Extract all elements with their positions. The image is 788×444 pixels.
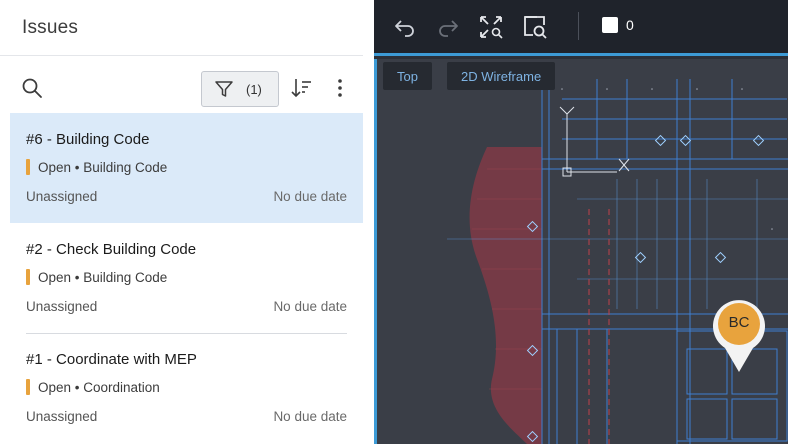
layer-swatch[interactable] <box>602 17 618 33</box>
issue-status: Open • Coordination <box>26 379 160 395</box>
issue-status-text: Open • Building Code <box>38 159 168 175</box>
issue-status-text: Open • Coordination <box>38 379 160 395</box>
drawing-canvas[interactable]: Top 2D Wireframe BC <box>374 59 788 444</box>
redo-icon[interactable] <box>435 14 461 40</box>
issue-pin[interactable]: BC <box>711 298 767 374</box>
issue-assignee: Unassigned <box>26 189 98 204</box>
fit-to-view-icon[interactable] <box>478 14 504 40</box>
issue-row[interactable]: #6 - Building Code Open • Building Code … <box>10 113 363 223</box>
drawing-viewer: 0 Top 2D Wireframe BC <box>374 0 788 444</box>
issue-row[interactable]: #2 - Check Building Code Open • Building… <box>10 223 363 333</box>
issue-status: Open • Building Code <box>26 159 167 175</box>
issue-title: #1 - Coordinate with MEP <box>26 351 197 368</box>
issue-assignee: Unassigned <box>26 409 98 424</box>
filter-button[interactable]: (1) <box>201 71 279 107</box>
panel-title: Issues <box>22 16 79 38</box>
status-indicator <box>26 379 30 395</box>
filter-icon <box>215 81 233 97</box>
search-icon[interactable] <box>20 76 44 100</box>
view-style-button[interactable]: 2D Wireframe <box>447 62 556 90</box>
status-indicator <box>26 159 30 175</box>
issue-status: Open • Building Code <box>26 269 167 285</box>
viewer-toolbar: 0 <box>374 0 788 56</box>
issue-title: #6 - Building Code <box>26 131 150 148</box>
view-top-button[interactable]: Top <box>383 62 432 90</box>
issues-toolbar: (1) <box>0 56 363 113</box>
undo-icon[interactable] <box>392 14 418 40</box>
status-indicator <box>26 269 30 285</box>
pin-marker-icon <box>713 300 765 372</box>
filter-count: (1) <box>246 81 262 97</box>
more-icon[interactable] <box>330 76 350 100</box>
zoom-window-icon[interactable] <box>522 14 548 40</box>
layer-value[interactable]: 0 <box>626 17 634 33</box>
issue-due-date: No due date <box>273 299 347 314</box>
issue-title: #2 - Check Building Code <box>26 241 197 258</box>
floor-plan-drawing <box>447 64 788 444</box>
issue-due-date: No due date <box>273 409 347 424</box>
toolbar-separator <box>578 12 579 40</box>
panel-header: Issues <box>0 0 363 56</box>
issue-assignee: Unassigned <box>26 299 98 314</box>
sort-icon[interactable] <box>289 76 313 100</box>
issue-due-date: No due date <box>273 189 347 204</box>
pin-label: BC <box>728 314 750 331</box>
issue-status-text: Open • Building Code <box>38 269 168 285</box>
issue-row[interactable]: #1 - Coordinate with MEP Open • Coordina… <box>10 333 363 443</box>
issues-panel: Issues (1) #6 - Building Code Open • Bui… <box>0 0 363 444</box>
